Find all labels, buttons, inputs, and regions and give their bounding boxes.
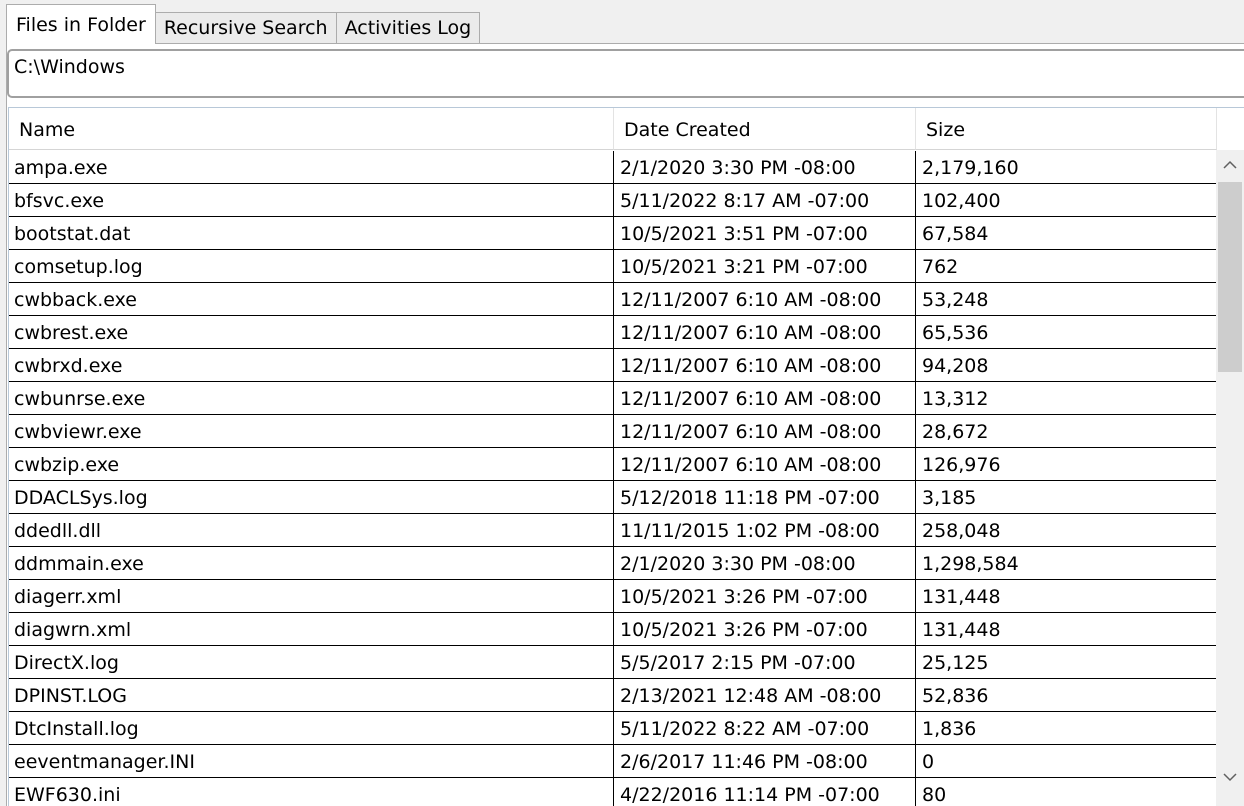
cell-size[interactable]: 80 (916, 778, 1217, 806)
files-grid: Name Date Created Size ampa.exe 2/1/2020 … (8, 107, 1244, 806)
cell-date-created[interactable]: 12/11/2007 6:10 AM -08:00 (614, 316, 916, 348)
table-row[interactable]: bfsvc.exe 5/11/2022 8:17 AM -07:00 102,400 (9, 184, 1217, 217)
grid-header: Name Date Created Size (9, 108, 1244, 150)
cell-size[interactable]: 67,584 (916, 217, 1217, 249)
tab-recursive-search[interactable]: Recursive Search (154, 12, 337, 44)
cell-date-created[interactable]: 2/1/2020 3:30 PM -08:00 (614, 547, 916, 579)
cell-size[interactable]: 131,448 (916, 613, 1217, 645)
table-row[interactable]: bootstat.dat 10/5/2021 3:51 PM -07:00 67,5… (9, 217, 1217, 250)
table-row[interactable]: cwbrest.exe 12/11/2007 6:10 AM -08:00 65,5… (9, 316, 1217, 349)
cell-size[interactable]: 0 (916, 745, 1217, 777)
cell-size[interactable]: 28,672 (916, 415, 1217, 447)
table-row[interactable]: DPINST.LOG 2/13/2021 12:48 AM -08:00 52,83… (9, 679, 1217, 712)
cell-date-created[interactable]: 5/11/2022 8:17 AM -07:00 (614, 184, 916, 216)
cell-date-created[interactable]: 2/13/2021 12:48 AM -08:00 (614, 679, 916, 711)
cell-date-created[interactable]: 12/11/2007 6:10 AM -08:00 (614, 349, 916, 381)
table-row[interactable]: DDACLSys.log 5/12/2018 11:18 PM -07:00 3,1… (9, 481, 1217, 514)
cell-size[interactable]: 1,298,584 (916, 547, 1217, 579)
cell-size[interactable]: 3,185 (916, 481, 1217, 513)
table-row[interactable]: diagerr.xml 10/5/2021 3:26 PM -07:00 131,4… (9, 580, 1217, 613)
cell-size[interactable]: 1,836 (916, 712, 1217, 744)
cell-name[interactable]: ampa.exe (9, 151, 614, 183)
table-row[interactable]: cwbrxd.exe 12/11/2007 6:10 AM -08:00 94,20… (9, 349, 1217, 382)
cell-size[interactable]: 2,179,160 (916, 151, 1217, 183)
cell-size[interactable]: 131,448 (916, 580, 1217, 612)
table-row[interactable]: ddedll.dll 11/11/2015 1:02 PM -08:00 258,0… (9, 514, 1217, 547)
cell-date-created[interactable]: 10/5/2021 3:51 PM -07:00 (614, 217, 916, 249)
table-row[interactable]: cwbunrse.exe 12/11/2007 6:10 AM -08:00 13,… (9, 382, 1217, 415)
table-row[interactable]: eeventmanager.INI 2/6/2017 11:46 PM -08:0… (9, 745, 1217, 778)
table-row[interactable]: cwbviewr.exe 12/11/2007 6:10 AM -08:00 28,… (9, 415, 1217, 448)
app-window: Files in Folder Recursive Search Activit… (0, 0, 1244, 806)
cell-date-created[interactable]: 12/11/2007 6:10 AM -08:00 (614, 283, 916, 315)
cell-name[interactable]: cwbrest.exe (9, 316, 614, 348)
vertical-scrollbar[interactable] (1216, 150, 1244, 806)
tab-strip: Files in Folder Recursive Search Activit… (6, 4, 481, 44)
cell-size[interactable]: 13,312 (916, 382, 1217, 414)
table-row[interactable]: ampa.exe 2/1/2020 3:30 PM -08:00 2,179,160 (9, 151, 1217, 184)
cell-size[interactable]: 65,536 (916, 316, 1217, 348)
cell-name[interactable]: DDACLSys.log (9, 481, 614, 513)
cell-date-created[interactable]: 2/6/2017 11:46 PM -08:00 (614, 745, 916, 777)
cell-date-created[interactable]: 10/5/2021 3:26 PM -07:00 (614, 613, 916, 645)
table-row[interactable]: comsetup.log 10/5/2021 3:21 PM -07:00 762 (9, 250, 1217, 283)
cell-name[interactable]: bootstat.dat (9, 217, 614, 249)
chevron-up-icon[interactable] (1216, 150, 1244, 180)
cell-name[interactable]: DPINST.LOG (9, 679, 614, 711)
table-row[interactable]: ddmmain.exe 2/1/2020 3:30 PM -08:00 1,298,… (9, 547, 1217, 580)
column-header-date-created[interactable]: Date Created (614, 108, 916, 150)
header-filler (1217, 108, 1244, 150)
cell-name[interactable]: cwbviewr.exe (9, 415, 614, 447)
cell-date-created[interactable]: 10/5/2021 3:26 PM -07:00 (614, 580, 916, 612)
cell-size[interactable]: 25,125 (916, 646, 1217, 678)
cell-name[interactable]: ddedll.dll (9, 514, 614, 546)
cell-size[interactable]: 102,400 (916, 184, 1217, 216)
cell-size[interactable]: 126,976 (916, 448, 1217, 480)
column-header-size[interactable]: Size (916, 108, 1217, 150)
grid-rows: ampa.exe 2/1/2020 3:30 PM -08:00 2,179,160… (9, 151, 1217, 806)
cell-name[interactable]: cwbzip.exe (9, 448, 614, 480)
cell-date-created[interactable]: 2/1/2020 3:30 PM -08:00 (614, 151, 916, 183)
cell-date-created[interactable]: 11/11/2015 1:02 PM -08:00 (614, 514, 916, 546)
cell-size[interactable]: 258,048 (916, 514, 1217, 546)
table-row[interactable]: DirectX.log 5/5/2017 2:15 PM -07:00 25,125 (9, 646, 1217, 679)
tab-activities-log[interactable]: Activities Log (335, 12, 481, 44)
cell-name[interactable]: ddmmain.exe (9, 547, 614, 579)
cell-name[interactable]: DtcInstall.log (9, 712, 614, 744)
cell-name[interactable]: diagerr.xml (9, 580, 614, 612)
cell-name[interactable]: EWF630.ini (9, 778, 614, 806)
column-header-name[interactable]: Name (9, 108, 614, 150)
cell-date-created[interactable]: 10/5/2021 3:21 PM -07:00 (614, 250, 916, 282)
table-row[interactable]: EWF630.ini 4/22/2016 11:14 PM -07:00 80 (9, 778, 1217, 806)
cell-name[interactable]: comsetup.log (9, 250, 614, 282)
cell-date-created[interactable]: 12/11/2007 6:10 AM -08:00 (614, 415, 916, 447)
cell-name[interactable]: cwbrxd.exe (9, 349, 614, 381)
table-row[interactable]: diagwrn.xml 10/5/2021 3:26 PM -07:00 131,4… (9, 613, 1217, 646)
table-row[interactable]: cwbzip.exe 12/11/2007 6:10 AM -08:00 126,9… (9, 448, 1217, 481)
cell-name[interactable]: cwbunrse.exe (9, 382, 614, 414)
cell-date-created[interactable]: 5/5/2017 2:15 PM -07:00 (614, 646, 916, 678)
chevron-down-icon[interactable] (1216, 762, 1244, 792)
cell-date-created[interactable]: 5/12/2018 11:18 PM -07:00 (614, 481, 916, 513)
cell-name[interactable]: diagwrn.xml (9, 613, 614, 645)
cell-size[interactable]: 762 (916, 250, 1217, 282)
cell-name[interactable]: eeventmanager.INI (9, 745, 614, 777)
table-row[interactable]: cwbback.exe 12/11/2007 6:10 AM -08:00 53,2… (9, 283, 1217, 316)
table-row[interactable]: DtcInstall.log 5/11/2022 8:22 AM -07:00 1,… (9, 712, 1217, 745)
cell-name[interactable]: cwbback.exe (9, 283, 614, 315)
tab-files-in-folder[interactable]: Files in Folder (6, 4, 156, 44)
cell-date-created[interactable]: 12/11/2007 6:10 AM -08:00 (614, 448, 916, 480)
cell-size[interactable]: 52,836 (916, 679, 1217, 711)
scrollbar-thumb[interactable] (1218, 182, 1242, 372)
cell-date-created[interactable]: 5/11/2022 8:22 AM -07:00 (614, 712, 916, 744)
folder-path-input[interactable]: C:\Windows (7, 49, 1244, 98)
cell-date-created[interactable]: 12/11/2007 6:10 AM -08:00 (614, 382, 916, 414)
cell-size[interactable]: 94,208 (916, 349, 1217, 381)
cell-name[interactable]: DirectX.log (9, 646, 614, 678)
cell-size[interactable]: 53,248 (916, 283, 1217, 315)
cell-name[interactable]: bfsvc.exe (9, 184, 614, 216)
cell-date-created[interactable]: 4/22/2016 11:14 PM -07:00 (614, 778, 916, 806)
